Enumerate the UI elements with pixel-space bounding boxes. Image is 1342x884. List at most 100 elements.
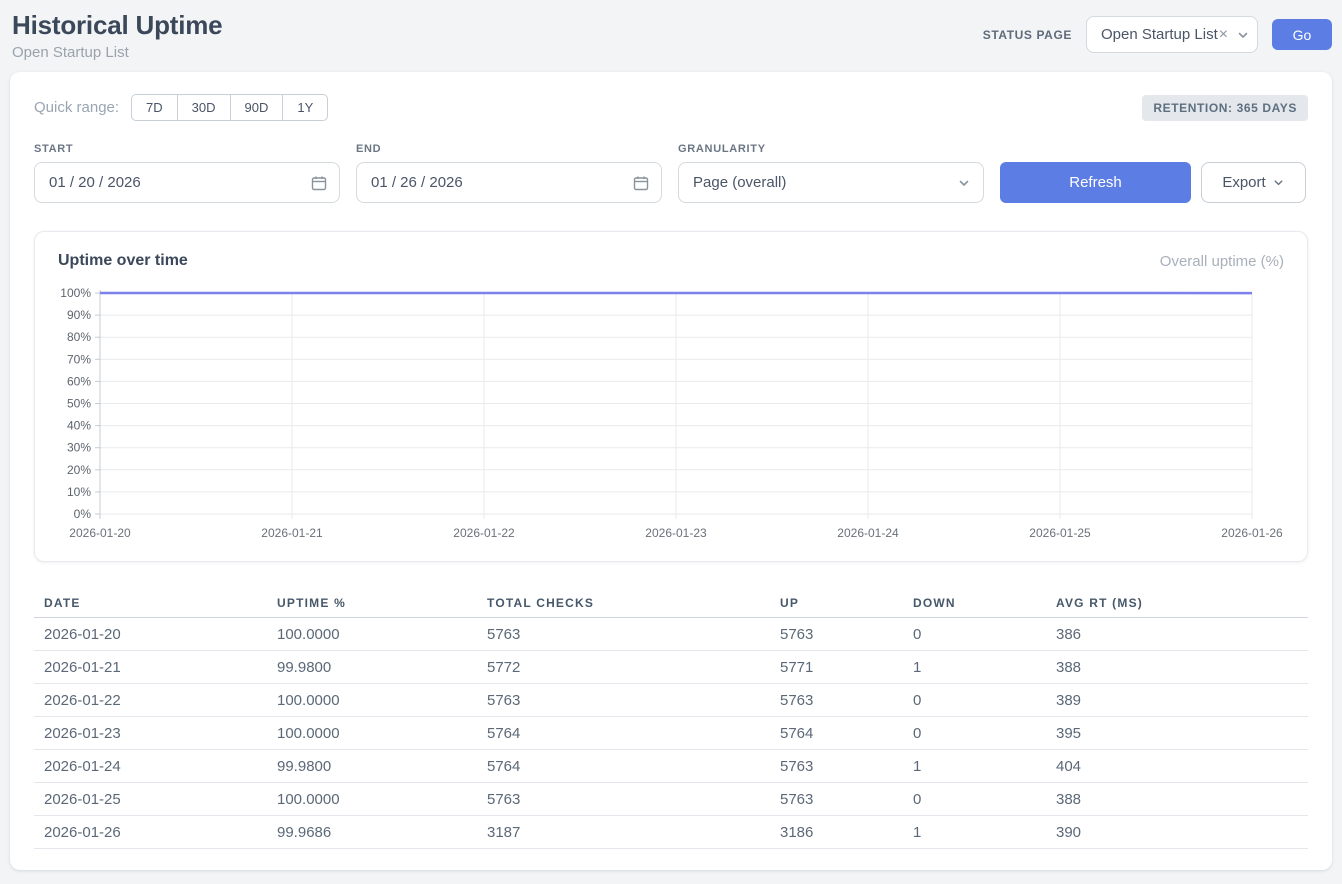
table-cell: 100.0000: [277, 791, 487, 808]
svg-text:2026-01-24: 2026-01-24: [837, 526, 899, 540]
clear-selection-icon[interactable]: ×: [1219, 27, 1228, 43]
quick-range-button-1y[interactable]: 1Y: [282, 94, 328, 121]
chevron-down-icon: [957, 176, 971, 190]
status-page-selected-value: Open Startup List: [1101, 26, 1218, 43]
start-date-input[interactable]: 01 / 20 / 2026: [34, 162, 340, 203]
quick-range-button-7d[interactable]: 7D: [131, 94, 177, 121]
go-button[interactable]: Go: [1272, 19, 1332, 50]
calendar-icon[interactable]: [633, 175, 649, 191]
table-cell: 99.9800: [277, 758, 487, 775]
column-header: DOWN: [913, 596, 1056, 610]
table-cell: 5763: [487, 692, 780, 709]
chevron-down-icon: [1236, 28, 1250, 42]
svg-text:2026-01-26: 2026-01-26: [1221, 526, 1283, 540]
page-header: Historical Uptime Open Startup List STAT…: [0, 0, 1342, 72]
end-date-label: END: [356, 143, 662, 155]
page-title: Historical Uptime: [12, 10, 222, 41]
table-cell: 3186: [780, 824, 913, 841]
svg-text:2026-01-23: 2026-01-23: [645, 526, 707, 540]
table-cell: 1: [913, 758, 1056, 775]
column-header: AVG RT (MS): [1056, 596, 1308, 610]
table-cell: 1: [913, 824, 1056, 841]
svg-text:50%: 50%: [67, 397, 91, 411]
table-cell: 390: [1056, 824, 1308, 841]
table-cell: 0: [913, 692, 1056, 709]
svg-text:10%: 10%: [67, 485, 91, 499]
chart-title: Uptime over time: [58, 252, 188, 270]
table-header-row: DATEUPTIME %TOTAL CHECKSUPDOWNAVG RT (MS…: [34, 588, 1308, 618]
table-cell: 2026-01-21: [34, 659, 277, 676]
quick-range-button-30d[interactable]: 30D: [177, 94, 230, 121]
table-row: 2026-01-2499.9800576457631404: [34, 750, 1308, 783]
svg-text:2026-01-25: 2026-01-25: [1029, 526, 1091, 540]
uptime-table: DATEUPTIME %TOTAL CHECKSUPDOWNAVG RT (MS…: [34, 588, 1308, 849]
table-cell: 0: [913, 725, 1056, 742]
calendar-icon[interactable]: [311, 175, 327, 191]
svg-text:2026-01-20: 2026-01-20: [69, 526, 131, 540]
table-cell: 100.0000: [277, 692, 487, 709]
table-cell: 2026-01-24: [34, 758, 277, 775]
table-cell: 3187: [487, 824, 780, 841]
quick-range-group: 7D30D90D1Y: [131, 94, 328, 121]
svg-text:2026-01-22: 2026-01-22: [453, 526, 515, 540]
main-panel: Quick range: 7D30D90D1Y RETENTION: 365 D…: [10, 72, 1332, 870]
table-row: 2026-01-23100.0000576457640395: [34, 717, 1308, 750]
status-page-label: STATUS PAGE: [983, 28, 1072, 42]
table-row: 2026-01-25100.0000576357630388: [34, 783, 1308, 816]
table-cell: 2026-01-26: [34, 824, 277, 841]
svg-text:40%: 40%: [67, 419, 91, 433]
table-cell: 386: [1056, 626, 1308, 643]
column-header: DATE: [34, 596, 277, 610]
granularity-label: GRANULARITY: [678, 143, 984, 155]
table-cell: 404: [1056, 758, 1308, 775]
table-cell: 388: [1056, 791, 1308, 808]
chart-card: Uptime over time Overall uptime (%) 0% 10…: [34, 231, 1308, 562]
table-cell: 2026-01-22: [34, 692, 277, 709]
quick-range-button-90d[interactable]: 90D: [230, 94, 283, 121]
table-cell: 5764: [487, 758, 780, 775]
table-cell: 1: [913, 659, 1056, 676]
svg-text:100%: 100%: [60, 286, 91, 300]
page-subtitle: Open Startup List: [12, 44, 222, 61]
quick-range-label: Quick range:: [34, 99, 119, 116]
table-cell: 5763: [780, 626, 913, 643]
table-cell: 5763: [780, 758, 913, 775]
table-cell: 0: [913, 626, 1056, 643]
table-cell: 2026-01-25: [34, 791, 277, 808]
start-date-value: 01 / 20 / 2026: [49, 174, 141, 191]
status-page-select[interactable]: Open Startup List ×: [1086, 16, 1258, 53]
table-cell: 100.0000: [277, 626, 487, 643]
granularity-selected-value: Page (overall): [693, 174, 786, 191]
table-row: 2026-01-2199.9800577257711388: [34, 651, 1308, 684]
granularity-select[interactable]: Page (overall): [678, 162, 984, 203]
svg-text:30%: 30%: [67, 441, 91, 455]
export-button[interactable]: Export: [1201, 162, 1306, 203]
svg-text:0%: 0%: [74, 507, 92, 521]
table-cell: 395: [1056, 725, 1308, 742]
table-cell: 5764: [780, 725, 913, 742]
svg-text:60%: 60%: [67, 374, 91, 388]
end-date-input[interactable]: 01 / 26 / 2026: [356, 162, 662, 203]
chart-legend: Overall uptime (%): [1160, 253, 1284, 270]
table-row: 2026-01-20100.0000576357630386: [34, 618, 1308, 651]
table-cell: 99.9686: [277, 824, 487, 841]
end-date-value: 01 / 26 / 2026: [371, 174, 463, 191]
refresh-button[interactable]: Refresh: [1000, 162, 1191, 203]
start-date-label: START: [34, 143, 340, 155]
svg-text:2026-01-21: 2026-01-21: [261, 526, 323, 540]
table-cell: 5772: [487, 659, 780, 676]
retention-badge: RETENTION: 365 DAYS: [1142, 95, 1308, 121]
chevron-down-icon: [1272, 176, 1285, 189]
column-header: TOTAL CHECKS: [487, 596, 780, 610]
table-cell: 5763: [487, 626, 780, 643]
uptime-line-chart: 0%10%20%30%40%50%60%70%80%90%100%2026-01…: [58, 284, 1284, 547]
table-cell: 5763: [487, 791, 780, 808]
column-header: UPTIME %: [277, 596, 487, 610]
table-cell: 389: [1056, 692, 1308, 709]
column-header: UP: [780, 596, 913, 610]
table-cell: 5763: [780, 692, 913, 709]
table-cell: 0: [913, 791, 1056, 808]
table-row: 2026-01-22100.0000576357630389: [34, 684, 1308, 717]
table-cell: 5771: [780, 659, 913, 676]
table-cell: 5763: [780, 791, 913, 808]
